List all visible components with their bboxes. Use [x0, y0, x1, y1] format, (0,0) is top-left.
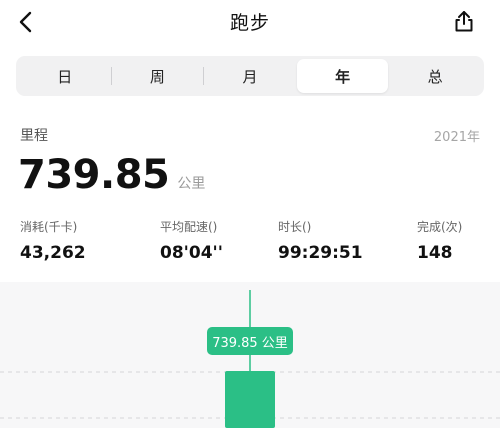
stat-duration: 时长() 99:29:51 [278, 218, 363, 263]
running-stats-screen: 跑步 日 周 月 年 总 里程 2021年 739.85 公里 消耗(千卡) 4… [0, 0, 500, 428]
distance-label: 里程 [20, 128, 48, 144]
stat-count-value: 148 [417, 243, 453, 263]
tab-day-label: 日 [57, 67, 73, 86]
chart-tooltip: 739.85 公里 [207, 327, 293, 355]
tab-year[interactable]: 年 [296, 59, 389, 93]
stat-calories: 消耗(千卡) 43,262 [20, 218, 86, 263]
stat-duration-value: 99:29:51 [278, 243, 363, 263]
tab-month-label: 月 [242, 67, 258, 86]
chart-bar[interactable] [225, 371, 275, 428]
page-title: 跑步 [229, 12, 270, 34]
stat-pace: 平均配速() 08'04'' [160, 218, 223, 263]
chart-canvas [0, 290, 500, 428]
distance-summary: 739.85 公里 [18, 152, 205, 198]
tab-week[interactable]: 周 [112, 59, 204, 93]
stat-count-label: 完成(次) [417, 220, 463, 234]
tab-year-label: 年 [335, 67, 351, 86]
tab-total-label: 总 [427, 67, 443, 86]
header: 跑步 [0, 0, 500, 44]
tab-day[interactable]: 日 [19, 59, 111, 93]
stat-duration-label: 时长() [278, 220, 312, 234]
year-label: 2021年 [433, 130, 480, 145]
tab-month[interactable]: 月 [204, 59, 296, 93]
stat-count: 完成(次) 148 [417, 218, 462, 263]
period-tabs: 日 周 月 年 总 [16, 56, 484, 96]
tab-week-label: 周 [149, 67, 165, 86]
stat-calories-value: 43,262 [20, 243, 86, 263]
distance-value: 739.85 [18, 152, 170, 198]
stat-pace-value: 08'04'' [160, 243, 223, 263]
share-icon [455, 11, 473, 32]
stat-calories-label: 消耗(千卡) [20, 220, 78, 234]
distance-chart[interactable] [0, 282, 500, 428]
tab-total[interactable]: 总 [389, 59, 481, 93]
stat-pace-label: 平均配速() [160, 220, 218, 234]
distance-unit: 公里 [177, 176, 206, 192]
share-button[interactable] [450, 6, 478, 36]
